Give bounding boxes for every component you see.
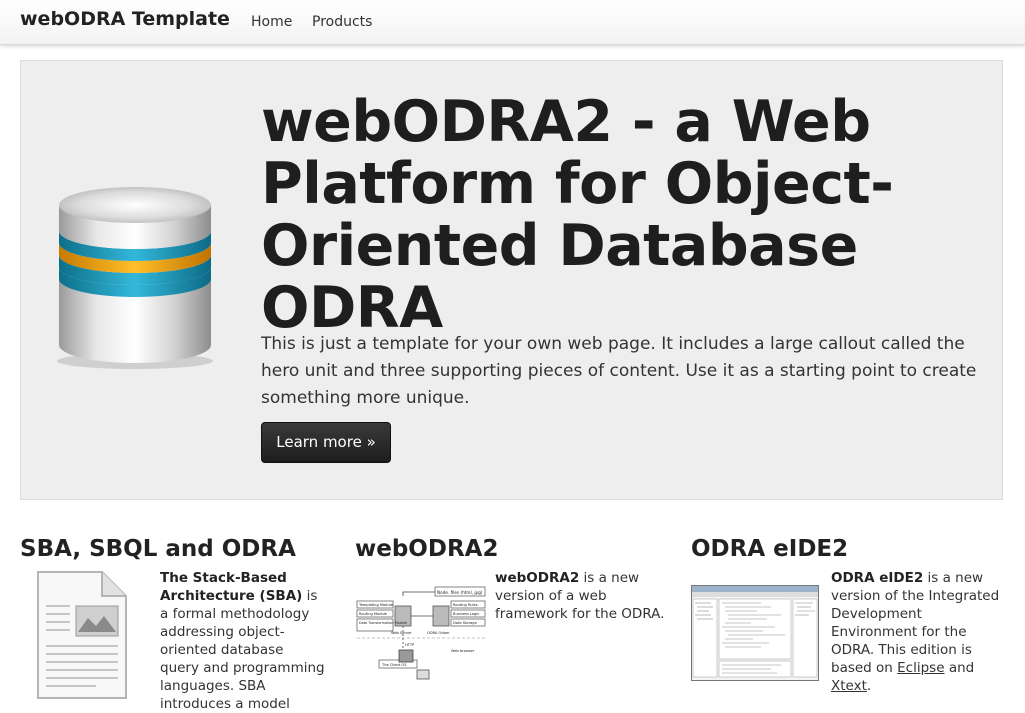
architecture-diagram: Node. files (html, jpg) Templating Modul… [355,582,487,686]
database-icon [55,185,215,374]
document-icon [36,570,128,704]
diagram-label-files: Node. files (html, jpg) [437,590,483,595]
diagram-label-routing-rules: Routing Rules [453,603,478,607]
diagram-label-web-server: Web Server [391,631,412,635]
diagram-label-business-logic: Business Logic [453,612,479,616]
sba-bold: The Stack-Based Architecture (SBA) [160,570,303,604]
diagram-label-http: HTTP [405,643,415,647]
diagram-label-templating: Templating Module [358,603,394,607]
column-title-eide2: ODRA eIDE2 [691,536,849,562]
column-title-sba: SBA, SBQL and ODRA [20,536,296,562]
diagram-label-data-storage: Data Storage [453,621,478,625]
diagram-label-odra: ODRA Odam [427,631,450,635]
nav-products-link[interactable]: Products [312,14,372,30]
hero-description: This is just a template for your own web… [261,334,977,408]
webodra2-bold: webODRA2 [495,570,580,586]
sba-cut-line: introduces a model [160,696,290,712]
diagram-label-transformation: Data Transformation Module [359,621,407,625]
hero-title: webODRA2 - a Web Platform for Object-Ori… [261,89,894,341]
diagram-label-client: The Client OS [381,663,407,667]
nav-home-link[interactable]: Home [251,14,292,30]
brand-link[interactable]: webODRA Template [20,8,230,30]
learn-more-button[interactable]: Learn more » [261,422,391,463]
column-text-eide2: ODRA eIDE2 is a new version of the Integ… [831,569,1006,695]
eide2-bold: ODRA eIDE2 [831,570,924,586]
xtext-link[interactable]: Xtext [831,678,867,694]
navbar: webODRA Template Home Products [0,0,1025,45]
diagram-label-browser: Web browser [451,649,475,653]
eclipse-link[interactable]: Eclipse [897,660,944,676]
diagram-label-routing: Routing Module [359,612,388,616]
column-text-sba: The Stack-Based Architecture (SBA) is a … [160,569,325,713]
eide2-and: and [944,660,975,676]
column-text-webodra2: webODRA2 is a new version of a web frame… [495,569,665,623]
ide-screenshot [691,585,819,685]
hero-unit: webODRA2 - a Web Platform for Object-Ori… [20,60,1003,500]
column-title-webodra2: webODRA2 [355,536,499,562]
eide2-end: . [866,678,872,694]
